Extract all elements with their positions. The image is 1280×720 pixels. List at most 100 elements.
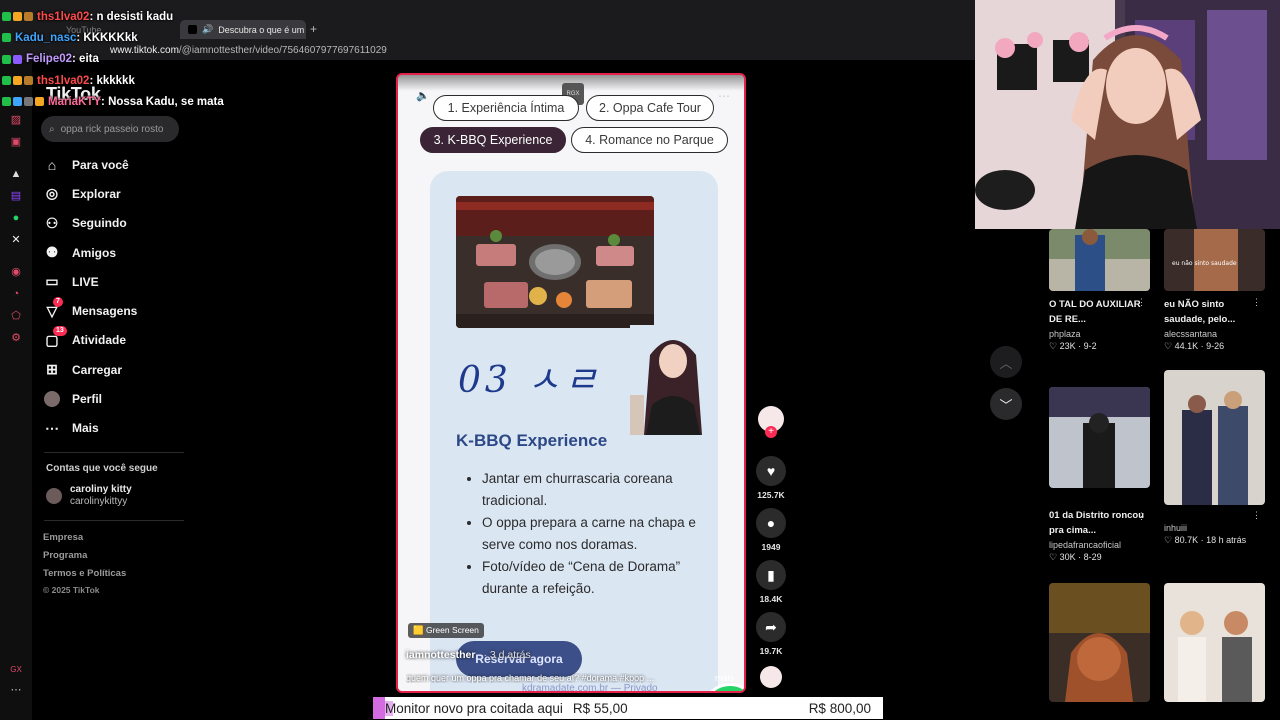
kbbq-photo bbox=[456, 196, 654, 328]
next-video-button[interactable]: ﹀ bbox=[990, 388, 1022, 420]
grid-video[interactable] bbox=[1049, 583, 1150, 702]
video-stats: ♡ 23K · 9-2 bbox=[1049, 341, 1097, 351]
video-thumbnail[interactable] bbox=[1049, 583, 1150, 702]
video-thumbnail[interactable] bbox=[1049, 229, 1150, 291]
compass-icon: ◎ bbox=[45, 185, 59, 202]
save-action[interactable]: ▮ 18.4K bbox=[756, 560, 786, 604]
video-username[interactable]: inhuiii bbox=[1164, 523, 1265, 533]
video-username[interactable]: lipedafrancaoficial bbox=[1049, 540, 1150, 550]
post-date: 8-29 bbox=[1083, 552, 1102, 562]
creator-avatar[interactable]: + bbox=[758, 406, 784, 438]
followed-account[interactable]: caroliny kitty carolinykittyy bbox=[46, 484, 132, 508]
bookmark-icon[interactable]: ▮ bbox=[756, 560, 786, 590]
options-icon[interactable]: ⋮ bbox=[1137, 297, 1146, 308]
nav-item-live[interactable]: ▭ LIVE bbox=[44, 267, 137, 296]
nav-item-mensagens[interactable]: ▽ 7 Mensagens bbox=[44, 296, 137, 325]
grid-video[interactable]: ⋮ inhuiii ♡ 80.7K · 18 h atrás bbox=[1164, 370, 1265, 546]
footer-links: Empresa Programa Termos e Políticas bbox=[43, 532, 126, 586]
nav-item-perfil[interactable]: Perfil bbox=[44, 384, 137, 413]
like-count: 30K bbox=[1059, 552, 1076, 562]
nav-item-seguindo[interactable]: ⚇ Seguindo bbox=[44, 209, 137, 238]
whatsapp-icon[interactable]: ● bbox=[10, 212, 22, 224]
video-username[interactable]: phplaza bbox=[1049, 329, 1150, 339]
activity-icon: ▢ 13 bbox=[44, 326, 67, 348]
more-icon[interactable]: ⋯ bbox=[10, 684, 22, 696]
play-icon[interactable]: ◉ bbox=[10, 266, 22, 278]
gear-icon[interactable]: ⚙ bbox=[10, 332, 22, 344]
caption-more-link[interactable]: mais bbox=[715, 673, 734, 683]
video-menu-icon[interactable]: ⋯ bbox=[718, 89, 730, 103]
video-thumbnail[interactable] bbox=[1164, 370, 1265, 505]
options-icon[interactable]: ⋮ bbox=[1252, 510, 1261, 521]
browser-sidebar-rail: ▨ ▣ ▲ ▤ ● ✕ ◉ ◔ ⬠ ⚙ GX ⋯ bbox=[0, 60, 32, 720]
chat-username: Kadu_nasc bbox=[15, 31, 77, 44]
share-icon[interactable]: ➦ bbox=[756, 612, 786, 642]
donation-amount: R$ 55,00 bbox=[572, 700, 628, 716]
video-player[interactable]: 🔈 ⋯ RGX 1. Experiência Íntima 2. Oppa Ca… bbox=[396, 73, 746, 693]
video-author[interactable]: iamnottesther · 3 d atrás bbox=[406, 649, 531, 661]
footer-link-empresa[interactable]: Empresa bbox=[43, 532, 126, 550]
options-icon[interactable]: ⋮ bbox=[1137, 511, 1146, 522]
nav-item-atividade[interactable]: ▢ 13 Atividade bbox=[44, 326, 137, 355]
mail-icon[interactable]: ▣ bbox=[10, 136, 22, 148]
like-count: 80.7K bbox=[1174, 535, 1199, 545]
grid-video[interactable]: ⋮ O TAL DO AUXILIAR DE RE... phplaza ♡ 2… bbox=[1049, 229, 1150, 352]
video-thumbnail[interactable]: eu não sinto saudade bbox=[1164, 229, 1265, 291]
donation-goal: R$ 800,00 bbox=[808, 700, 871, 716]
svg-text:eu não sinto saudade: eu não sinto saudade bbox=[1172, 260, 1237, 267]
follow-plus-icon[interactable]: + bbox=[765, 426, 777, 438]
post-date: 9-2 bbox=[1083, 341, 1097, 351]
author-name: iamnottesther bbox=[406, 649, 476, 661]
followed-username: carolinykittyy bbox=[70, 496, 128, 507]
notification-badge: 7 bbox=[53, 297, 63, 308]
arrow-icon[interactable]: ▲ bbox=[10, 168, 22, 180]
video-thumbnail[interactable] bbox=[1049, 387, 1150, 488]
donation-goal-bar: Monitor novo pra coitada aqui R$ 55,00 R… bbox=[373, 697, 883, 719]
new-tab-icon[interactable]: + bbox=[310, 22, 317, 36]
badge-icon bbox=[2, 54, 11, 64]
chat-text: : KKKKKkk bbox=[76, 31, 138, 44]
music-action[interactable] bbox=[756, 666, 786, 688]
video-thumbnail[interactable] bbox=[1164, 583, 1265, 702]
grid-video[interactable]: eu não sinto saudade ⋮ eu NÃO sinto saud… bbox=[1164, 229, 1265, 352]
grid-video[interactable]: ⋮ 01 da Distrito roncou pra cima... lipe… bbox=[1049, 387, 1150, 563]
pill-oppa-cafe-tour: 2. Oppa Cafe Tour bbox=[586, 95, 714, 121]
badge-icon bbox=[2, 33, 11, 43]
chat-message: ths1lva02 : kkkkkk bbox=[2, 70, 224, 91]
bullet-item: O oppa prepara a carne na chapa e serve … bbox=[482, 512, 712, 556]
share-action[interactable]: ➦ 19.7K bbox=[756, 612, 786, 656]
nav-item-carregar[interactable]: ⊞ Carregar bbox=[44, 355, 137, 384]
green-screen-tag[interactable]: 🟨 Green Screen bbox=[408, 623, 484, 638]
nav-item-para-voce[interactable]: ⌂ Para você bbox=[44, 150, 137, 179]
music-disc-icon[interactable] bbox=[760, 666, 782, 688]
streamer-webcam bbox=[975, 0, 1280, 229]
clock-icon[interactable]: ◔ bbox=[10, 288, 22, 300]
pages-icon[interactable]: ▨ bbox=[10, 114, 22, 126]
volume-icon[interactable]: 🔈 bbox=[416, 89, 430, 102]
x-icon[interactable]: ✕ bbox=[10, 234, 22, 246]
options-icon[interactable]: ⋮ bbox=[1252, 297, 1261, 308]
grid-video[interactable] bbox=[1164, 583, 1265, 702]
kbbq-illustration bbox=[456, 196, 654, 328]
like-action[interactable]: ♥ 125.7K bbox=[756, 456, 786, 500]
nav-label: Seguindo bbox=[72, 216, 127, 231]
search-input[interactable]: ⌕ oppa rick passeio rosto bbox=[41, 116, 179, 142]
footer-link-programa[interactable]: Programa bbox=[43, 550, 126, 568]
footer-link-termos[interactable]: Termos e Políticas bbox=[43, 568, 126, 586]
comment-action[interactable]: ● 1949 bbox=[756, 508, 786, 552]
comment-icon[interactable]: ● bbox=[756, 508, 786, 538]
puzzle-icon[interactable]: ⬠ bbox=[10, 310, 22, 322]
nav-item-explorar[interactable]: ◎ Explorar bbox=[44, 179, 137, 208]
gx-icon[interactable]: GX bbox=[10, 664, 22, 676]
nav-item-mais[interactable]: ⋯ Mais bbox=[44, 414, 137, 443]
video-title: 01 da Distrito roncou pra cima... bbox=[1049, 510, 1145, 536]
nav-item-amigos[interactable]: ⚉ Amigos bbox=[44, 238, 137, 267]
previous-video-button[interactable]: ︿ bbox=[990, 346, 1022, 378]
twitch-icon[interactable]: ▤ bbox=[10, 190, 22, 202]
chat-username: ths1lva02 bbox=[37, 74, 90, 87]
upload-icon: ⊞ bbox=[46, 361, 58, 378]
video-username[interactable]: alecssantana bbox=[1164, 329, 1265, 339]
heart-icon[interactable]: ♥ bbox=[756, 456, 786, 486]
thumbnail-art: eu não sinto saudade bbox=[1164, 229, 1265, 291]
package-bullets: Jantar em churrascaria coreana tradicion… bbox=[482, 468, 712, 600]
